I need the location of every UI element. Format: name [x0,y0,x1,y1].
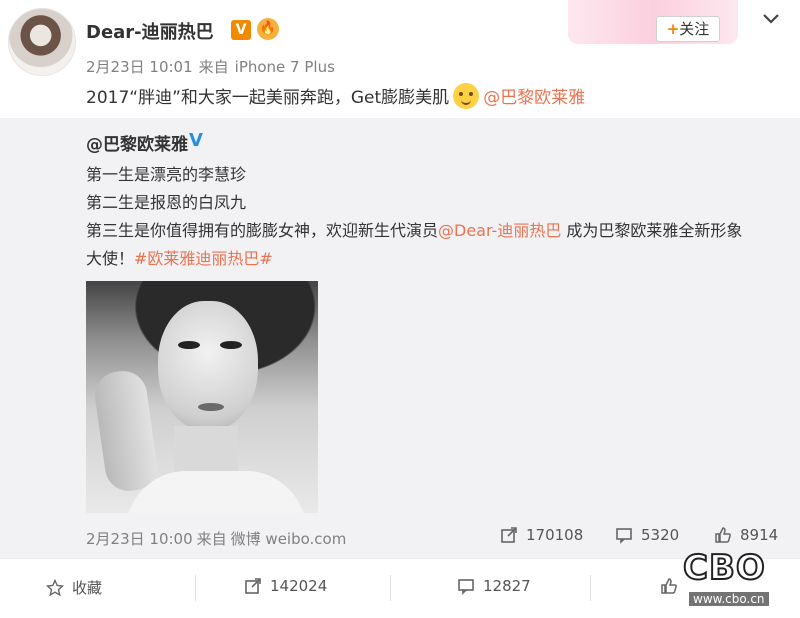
repost-count: 142024 [270,577,328,595]
divider [590,575,591,601]
comment-button[interactable]: 12827 [457,577,531,595]
comment-icon [616,528,632,544]
repost-share-count: 170108 [526,526,584,544]
repost-source: 微博 weibo.com [230,530,347,548]
follow-label: 关注 [679,20,710,38]
plus-icon: + [666,20,680,38]
post-mention-link[interactable]: @巴黎欧莱雅 [483,88,585,108]
repost-photo[interactable] [86,281,318,513]
repost-author[interactable]: @巴黎欧莱雅 [86,130,188,155]
smile-emoji-icon [453,83,480,109]
repost-like-count: 8914 [740,526,779,544]
divider [390,575,391,601]
repost-line-3-text: 第三生是你值得拥有的膨膨女神，欢迎新生代演员 [86,221,439,240]
repost-line-4: 大使！#欧莱雅迪丽热巴# [86,245,273,269]
repost-line-3: 第三生是你值得拥有的膨膨女神，欢迎新生代演员@Dear-迪丽热巴 成为巴黎欧莱雅… [86,217,742,241]
repost-line-2: 第二生是报恩的白凤九 [86,193,247,212]
repost-line-1: 第一生是漂亮的李慧珍 [86,165,247,184]
cbo-watermark: CBO www.cbo.cn [682,547,795,614]
share-icon [501,527,517,543]
share-icon [245,578,261,594]
hashtag-link[interactable]: #欧莱雅迪丽热巴# [134,249,273,268]
action-bar: 收藏 142024 12827 [0,558,800,618]
repost-comment-stat[interactable]: 5320 [615,526,679,544]
comment-icon [458,579,474,595]
thumbs-up-icon [715,527,731,543]
repost-button[interactable]: 142024 [244,577,327,595]
repost-meta: 2月23日 10:00 来自 微博 weibo.com [86,528,350,549]
vip-badge-icon: 🔥 [257,18,279,40]
author-name[interactable]: Dear-迪丽热巴 [86,18,214,44]
star-icon [46,578,64,596]
post-meta: 2月23日 10:01 来自 iPhone 7 Plus [86,56,341,77]
watermark-logo: CBO [682,547,766,589]
photo-face [158,301,258,431]
post-source: iPhone 7 Plus [234,58,335,76]
repost-line-3-tail: 成为巴黎欧莱雅全新形象 [561,221,743,240]
post-text: 2017“胖迪”和大家一起美丽奔跑，Get膨膨美肌 @巴黎欧莱雅 [86,83,585,109]
repost-line-4-text: 大使！ [86,249,135,268]
repost-comment-count: 5320 [641,526,680,544]
repost-like-stat[interactable]: 8914 [714,526,778,544]
chevron-down-icon[interactable] [762,12,780,26]
repost-time[interactable]: 2月23日 10:00 [86,530,193,548]
photo-lips [198,403,224,411]
post-body: 2017“胖迪”和大家一起美丽奔跑，Get膨膨美肌 [86,88,450,108]
photo-eye-left [178,341,200,349]
watermark-url: www.cbo.cn [689,592,769,606]
repost-card: @巴黎欧莱雅 V 第一生是漂亮的李慧珍 第二生是报恩的白凤九 第三生是你值得拥有… [0,118,800,558]
favorite-button[interactable]: 收藏 [46,577,102,598]
source-prefix: 来自 [198,58,229,76]
follow-button[interactable]: +关注 [656,16,720,42]
divider [195,575,196,601]
post-header: Dear-迪丽热巴 V 🔥 2月23日 10:01 来自 iPhone 7 Plus… [0,0,800,118]
verified-badge-icon: V [231,20,251,40]
comment-count: 12827 [483,577,531,595]
verified-blue-icon: V [189,130,203,151]
repost-source-prefix: 来自 [196,530,227,548]
photo-eye-right [220,341,242,349]
avatar[interactable] [8,8,76,76]
post-time[interactable]: 2月23日 10:01 [86,58,193,76]
thumbs-up-icon [661,578,677,594]
favorite-label: 收藏 [72,579,103,597]
repost-mention-link[interactable]: @Dear-迪丽热巴 [438,221,561,240]
repost-share-stat[interactable]: 170108 [500,526,583,544]
